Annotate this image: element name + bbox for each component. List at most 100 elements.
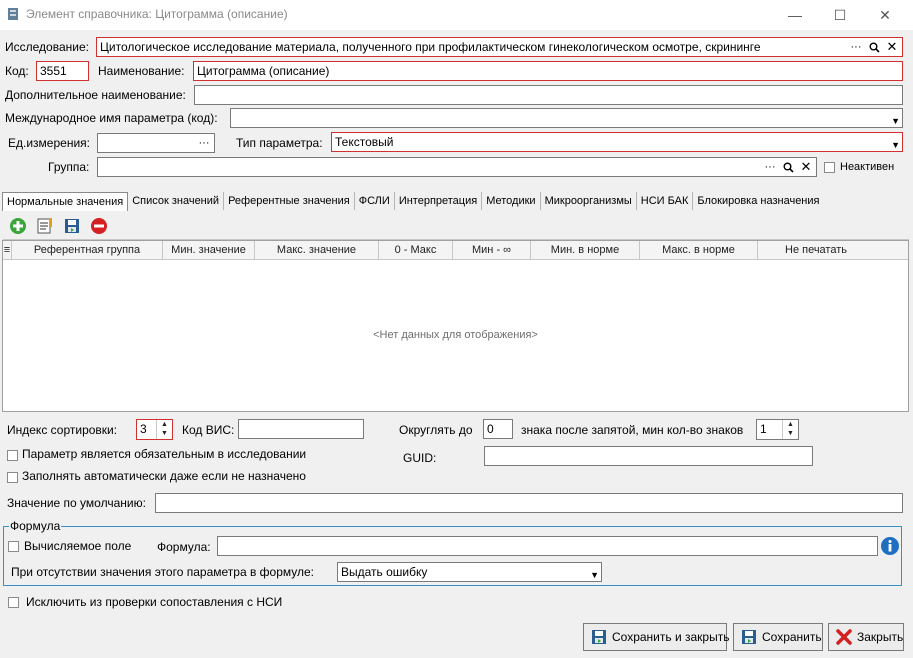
unit-label: Ед.измерения: (8, 136, 90, 150)
intl-name-combo[interactable]: ▼ (230, 108, 903, 128)
autofill-checkbox[interactable] (7, 472, 18, 483)
tab-reference-values[interactable]: Референтные значения (224, 192, 355, 210)
formula-field[interactable] (217, 536, 878, 556)
code-label: Код: (5, 64, 29, 78)
code-field[interactable]: 3551 (36, 61, 89, 81)
intl-name-label: Международное имя параметра (код): (5, 111, 218, 125)
unit-field[interactable]: ··· (97, 133, 215, 153)
tab-fsli[interactable]: ФСЛИ (355, 192, 395, 210)
round-label: Округлять до (399, 423, 473, 437)
extra-name-field[interactable] (194, 85, 903, 105)
grid-row-selector-icon[interactable]: ≡ (3, 241, 12, 259)
delete-icon[interactable] (89, 216, 109, 236)
save-icon[interactable] (62, 216, 82, 236)
computed-label: Вычисляемое поле (24, 539, 132, 553)
minimize-button[interactable]: — (780, 4, 810, 26)
exclude-nsi-label: Исключить из проверки сопоставления с НС… (26, 595, 283, 609)
decimals-label: знака после запятой, мин кол-во знаков (521, 423, 744, 437)
column-header[interactable]: Мин - ∞ (453, 241, 531, 259)
computed-checkbox[interactable] (8, 541, 19, 552)
save-button[interactable]: Сохранить (733, 623, 823, 651)
tab-microorganisms[interactable]: Микроорганизмы (541, 192, 637, 210)
info-icon[interactable] (879, 535, 901, 557)
required-label: Параметр является обязательным в исследо… (22, 447, 307, 461)
guid-label: GUID: (403, 451, 437, 465)
close-label: Закрыть (857, 630, 904, 644)
default-value-field[interactable] (155, 493, 903, 513)
search-icon[interactable] (865, 39, 883, 55)
sort-index-label: Индекс сортировки: (7, 423, 118, 437)
chevron-down-icon[interactable]: ▼ (891, 112, 900, 127)
column-header[interactable]: 0 - Макс (379, 241, 453, 259)
tab-order-block[interactable]: Блокировка назначения (693, 192, 823, 210)
guid-field[interactable] (484, 446, 813, 466)
autofill-label: Заполнять автоматически даже если не наз… (22, 469, 306, 483)
save-and-close-button[interactable]: Сохранить и закрыть (583, 623, 730, 651)
sort-index-value: 3 (140, 422, 147, 436)
param-type-label: Тип параметра: (236, 136, 323, 150)
research-field[interactable]: Цитологическое исследование материала, п… (96, 37, 903, 57)
ellipsis-icon[interactable]: ··· (195, 135, 213, 151)
add-icon[interactable] (8, 216, 28, 236)
param-type-combo[interactable]: Текстовый ▼ (331, 132, 903, 152)
column-header[interactable]: Мин. значение (163, 241, 255, 259)
vis-code-label: Код ВИС: (182, 423, 235, 437)
exclude-nsi-checkbox[interactable] (8, 597, 19, 608)
group-field[interactable]: ··· ✕ (97, 157, 817, 177)
search-icon[interactable] (779, 159, 797, 175)
tab-normal-values[interactable]: Нормальные значения (2, 192, 129, 211)
min-digits-spinner[interactable]: 1 ▲ ▼ (756, 419, 799, 440)
save-and-close-label: Сохранить и закрыть (612, 630, 730, 644)
sort-index-spinner[interactable]: 3 ▲ ▼ (136, 419, 173, 440)
close-icon (835, 628, 853, 646)
chevron-down-icon[interactable]: ▼ (590, 566, 599, 581)
save-icon (590, 628, 608, 646)
normal-values-grid[interactable]: ≡ Референтная группа Мин. значение Макс.… (2, 240, 909, 412)
chevron-down-icon[interactable]: ▼ (891, 136, 900, 151)
tab-interpretation[interactable]: Интерпретация (395, 192, 483, 210)
tab-methods[interactable]: Методики (482, 192, 541, 210)
column-header[interactable]: Референтная группа (12, 241, 163, 259)
app-icon (8, 8, 18, 20)
edit-list-icon[interactable] (35, 216, 55, 236)
maximize-button[interactable]: ☐ (825, 4, 855, 26)
grid-empty-message: <Нет данных для отображения> (373, 329, 538, 341)
spinner-arrows-icon[interactable]: ▲ ▼ (156, 420, 172, 439)
save-icon (740, 628, 758, 646)
spinner-arrows-icon[interactable]: ▲ ▼ (782, 420, 798, 439)
column-header[interactable]: Не печатать (758, 241, 874, 259)
ellipsis-icon[interactable]: ··· (847, 39, 865, 55)
round-field[interactable]: 0 (483, 419, 513, 439)
column-header[interactable]: Мин. в норме (531, 241, 640, 259)
name-field[interactable]: Цитограмма (описание) (193, 61, 903, 81)
save-label: Сохранить (762, 630, 822, 644)
required-checkbox[interactable] (7, 450, 18, 461)
inactive-checkbox[interactable] (824, 162, 835, 173)
research-value: Цитологическое исследование материала, п… (100, 40, 761, 54)
clear-icon[interactable]: ✕ (797, 159, 815, 175)
research-label: Исследование: (5, 40, 89, 54)
formula-group-title: Формула (9, 518, 62, 534)
group-label: Группа: (48, 160, 90, 174)
default-value-label: Значение по умолчанию: (7, 496, 146, 510)
ellipsis-icon[interactable]: ··· (761, 159, 779, 175)
absent-value-combo[interactable]: Выдать ошибку ▼ (337, 562, 602, 582)
min-digits-value: 1 (760, 422, 767, 436)
column-header[interactable]: Макс. в норме (640, 241, 758, 259)
param-type-value: Текстовый (335, 135, 394, 149)
grid-header: ≡ Референтная группа Мин. значение Макс.… (3, 241, 908, 260)
grid-toolbar (3, 212, 909, 240)
formula-label: Формула: (157, 540, 211, 554)
tab-nsi-bak[interactable]: НСИ БАК (637, 192, 694, 210)
window-title: Элемент справочника: Цитограмма (описани… (26, 7, 288, 21)
absent-value-label: При отсутствии значения этого параметра … (11, 565, 315, 579)
absent-value-selected: Выдать ошибку (341, 565, 428, 579)
name-label: Наименование: (98, 64, 185, 78)
tab-value-list[interactable]: Список значений (128, 192, 225, 210)
close-window-button[interactable]: ✕ (870, 4, 900, 26)
close-button[interactable]: Закрыть (828, 623, 904, 651)
clear-icon[interactable]: ✕ (883, 39, 901, 55)
column-header[interactable]: Макс. значение (255, 241, 379, 259)
extra-name-label: Дополнительное наименование: (5, 88, 186, 102)
vis-code-field[interactable] (238, 419, 364, 439)
